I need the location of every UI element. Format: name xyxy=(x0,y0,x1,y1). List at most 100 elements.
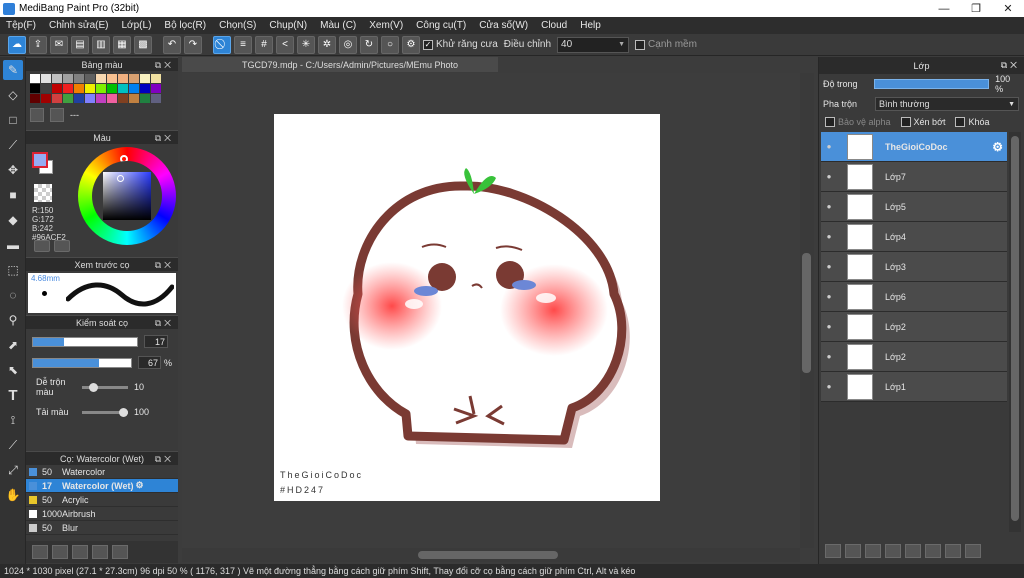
palette-swatch[interactable] xyxy=(30,74,40,83)
divide-tool-icon[interactable]: ⟟ xyxy=(3,410,23,430)
layer-row[interactable]: ● Lớp7 xyxy=(821,162,1007,192)
magic-wand-tool-icon[interactable]: ⚲ xyxy=(3,310,23,330)
select-pen-icon[interactable]: ⬈ xyxy=(3,335,23,355)
brush-folder-icon[interactable] xyxy=(92,545,108,559)
navigator-tool-icon[interactable]: ⤢ xyxy=(3,460,23,480)
layer-folder-icon[interactable] xyxy=(905,544,921,558)
new-layer-icon[interactable] xyxy=(825,544,841,558)
lasso-tool-icon[interactable]: ◌ xyxy=(3,285,23,305)
redo-icon[interactable]: ↷ xyxy=(184,35,202,54)
visibility-icon[interactable]: ● xyxy=(821,382,837,391)
smooth-checkbox[interactable] xyxy=(635,39,646,50)
panel-close-icon[interactable]: ⧉✕ xyxy=(1001,60,1020,71)
layer-row[interactable]: ● Lớp6 xyxy=(821,282,1007,312)
brush-item[interactable]: 50 Watercolor xyxy=(26,465,178,479)
palette-swatch[interactable] xyxy=(129,84,139,93)
layer-list-scrollbar[interactable] xyxy=(1009,132,1021,532)
antialias-checkbox[interactable]: ✓ xyxy=(423,39,433,50)
menu-snap[interactable]: Chụp(N) xyxy=(269,20,307,31)
palette-swatch[interactable] xyxy=(63,74,73,83)
palette-swatch[interactable] xyxy=(107,94,117,103)
hue-wheel[interactable] xyxy=(78,147,176,245)
opacity-value[interactable]: 67 xyxy=(138,356,161,369)
brush-settings-icon[interactable]: ⚙ xyxy=(136,480,144,491)
add-brush-icon[interactable] xyxy=(32,545,48,559)
visibility-icon[interactable]: ● xyxy=(821,232,837,241)
palette-swatch[interactable] xyxy=(30,84,40,93)
delete-layer-icon[interactable] xyxy=(965,544,981,558)
transparent-color-swatch[interactable] xyxy=(34,184,52,202)
visibility-icon[interactable]: ● xyxy=(821,202,837,211)
menu-color[interactable]: Màu (C) xyxy=(320,20,356,31)
brush-options-icon[interactable] xyxy=(52,545,68,559)
layer-row[interactable]: ● TheGioiCoDoc ⚙ xyxy=(821,132,1007,162)
menu-select[interactable]: Chọn(S) xyxy=(219,20,256,31)
palette-swatch[interactable] xyxy=(151,74,161,83)
horizontal-scroll-thumb[interactable] xyxy=(418,551,558,559)
add-layer-menu-icon[interactable] xyxy=(885,544,901,558)
lock-checkbox[interactable] xyxy=(955,117,966,127)
clipping-option[interactable]: Xén bớt xyxy=(900,117,945,127)
visibility-icon[interactable]: ● xyxy=(821,142,837,151)
antialias-option[interactable]: ✓ Khử răng cưa xyxy=(423,39,498,50)
palette-swatch[interactable] xyxy=(63,84,73,93)
palette-swatch[interactable] xyxy=(85,84,95,93)
layer-opacity-bar[interactable] xyxy=(873,79,990,89)
brush-item[interactable]: 17 Watercolor (Wet) ⚙ xyxy=(26,479,178,493)
foreground-color-swatch[interactable] xyxy=(32,152,48,168)
palette-swatch[interactable] xyxy=(85,74,95,83)
eraser-tool-icon[interactable]: ◇ xyxy=(3,85,23,105)
rectangle-tool-icon[interactable]: □ xyxy=(3,110,23,130)
protect-alpha-checkbox[interactable] xyxy=(825,117,835,127)
dot-tool-icon[interactable]: ⟋ xyxy=(3,135,23,155)
size-value[interactable]: 17 xyxy=(144,335,168,348)
mix-slider[interactable] xyxy=(82,382,128,392)
menu-filter[interactable]: Bộ lọc(R) xyxy=(164,20,206,31)
saturation-value-square[interactable] xyxy=(103,172,151,220)
shape-tool-icon[interactable]: ■ xyxy=(3,185,23,205)
panel-close-icon[interactable]: ⧉✕ xyxy=(155,260,174,271)
canvas-workspace[interactable]: TheGioiCoDoc #HD247 xyxy=(182,73,814,548)
layer-row[interactable]: ● Lớp3 xyxy=(821,252,1007,282)
page-icon[interactable]: ▥ xyxy=(92,35,110,54)
palette-swatch[interactable] xyxy=(52,94,62,103)
menu-cloud[interactable]: Cloud xyxy=(541,20,567,31)
snap-curve-icon[interactable]: ↻ xyxy=(360,35,378,54)
canvas-vertical-scrollbar[interactable] xyxy=(800,73,814,548)
visibility-icon[interactable]: ● xyxy=(821,262,837,271)
text-tool-icon[interactable]: T xyxy=(3,385,23,405)
move-tool-icon[interactable]: ✥ xyxy=(3,160,23,180)
select-tool-icon[interactable]: ⬚ xyxy=(3,260,23,280)
layer-settings-icon[interactable]: ⚙ xyxy=(992,140,1003,154)
layer-scroll-thumb[interactable] xyxy=(1011,136,1019,521)
snap-parallel-icon[interactable]: ≡ xyxy=(234,35,252,54)
brush-item[interactable]: 1000 Airbrush xyxy=(26,507,178,521)
amount-slider-knob[interactable] xyxy=(119,407,128,417)
menu-help[interactable]: Help xyxy=(580,20,601,31)
protect-alpha-option[interactable]: Bảo vệ alpha xyxy=(825,117,891,127)
layer-row[interactable]: ● Lớp2 xyxy=(821,312,1007,342)
menu-edit[interactable]: Chỉnh sửa(E) xyxy=(49,20,109,31)
palette-swatch[interactable] xyxy=(129,94,139,103)
artboard[interactable]: TheGioiCoDoc #HD247 xyxy=(274,114,660,501)
new-8bit-layer-icon[interactable] xyxy=(865,544,881,558)
panel-close-icon[interactable]: ⧉✕ xyxy=(155,133,174,144)
visibility-icon[interactable]: ● xyxy=(821,172,837,181)
palette-swatch[interactable] xyxy=(74,74,84,83)
visibility-icon[interactable]: ● xyxy=(821,352,837,361)
blend-select[interactable]: Bình thường ▼ xyxy=(875,97,1019,111)
palette-swatch[interactable] xyxy=(41,74,51,83)
palette-swatch[interactable] xyxy=(140,84,150,93)
new-halftone-layer-icon[interactable] xyxy=(845,544,861,558)
palette-swatch[interactable] xyxy=(118,94,128,103)
share-icon[interactable]: ⇪ xyxy=(29,35,47,54)
snap-settings-icon[interactable]: ⚙ xyxy=(402,35,420,54)
canvas-horizontal-scrollbar[interactable] xyxy=(182,548,800,562)
layer-row[interactable]: ● Lớp2 xyxy=(821,342,1007,372)
document-tab[interactable]: TGCD79.mdp - C:/Users/Admin/Pictures/MEm… xyxy=(182,57,498,72)
hand-tool-icon[interactable]: ✋ xyxy=(3,485,23,505)
size-bar[interactable] xyxy=(32,336,138,347)
duplicate-layer-icon[interactable] xyxy=(925,544,941,558)
eyedropper-tool-icon[interactable]: ⟋ xyxy=(3,435,23,455)
palette-swatch[interactable] xyxy=(52,74,62,83)
